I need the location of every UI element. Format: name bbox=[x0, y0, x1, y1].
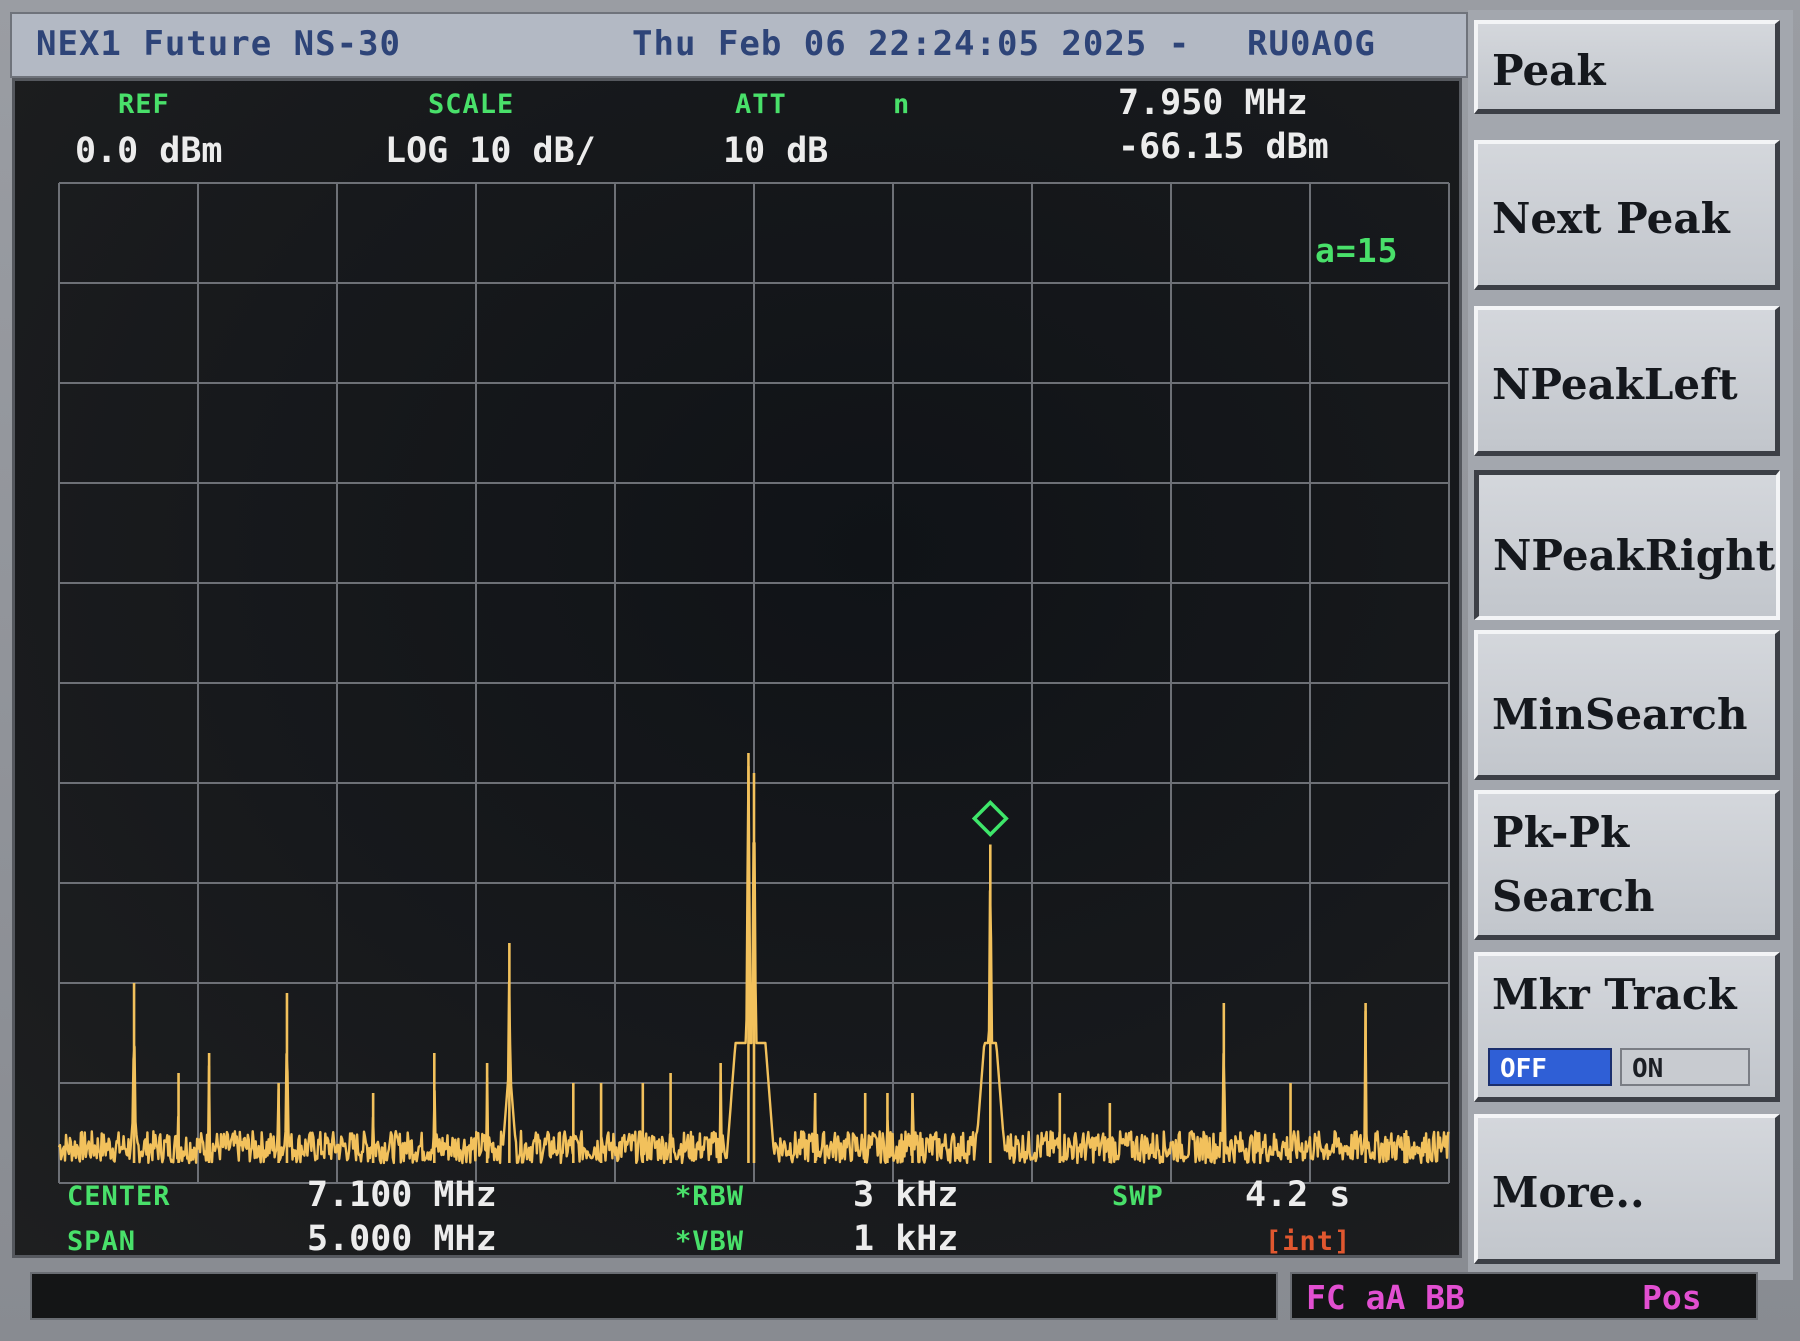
marker-diamond bbox=[971, 800, 1009, 837]
sweep-value: 4.2 s bbox=[1245, 1175, 1351, 1215]
min-search-button-label: MinSearch bbox=[1492, 690, 1748, 739]
spectrum-plot bbox=[57, 182, 1450, 1184]
peak-button[interactable]: Peak bbox=[1474, 20, 1780, 114]
analyzer-screen: REF 0.0 dBm SCALE LOG 10 dB/ ATT 10 dB n… bbox=[12, 78, 1462, 1259]
marker-track-button-label: Mkr Track bbox=[1492, 970, 1737, 1019]
softkey-panel: Peak Next Peak NPeakLeft NPeakRight MinS… bbox=[1468, 10, 1793, 1280]
more-button-label: More.. bbox=[1492, 1168, 1645, 1217]
npeak-right-button[interactable]: NPeakRight bbox=[1474, 470, 1780, 620]
pk-pk-search-button[interactable]: Pk-Pk Search bbox=[1474, 790, 1780, 940]
npeak-left-button[interactable]: NPeakLeft bbox=[1474, 306, 1780, 456]
callsign: RU0AOG bbox=[1247, 24, 1376, 64]
pk-pk-button-label-line2: Search bbox=[1492, 872, 1655, 921]
detector-mode: Pos bbox=[1642, 1278, 1702, 1317]
next-peak-button-label: Next Peak bbox=[1492, 194, 1730, 243]
npeak-right-button-label: NPeakRight bbox=[1493, 531, 1776, 580]
status-bar-right: FC aA BB Pos bbox=[1290, 1272, 1758, 1320]
vbw-value: 1 kHz bbox=[853, 1219, 959, 1259]
center-value: 7.100 MHz bbox=[307, 1175, 497, 1215]
more-button[interactable]: More.. bbox=[1474, 1114, 1780, 1264]
span-label: SPAN bbox=[67, 1226, 137, 1257]
rbw-label: *RBW bbox=[675, 1181, 745, 1212]
marker-track-on-toggle[interactable]: ON bbox=[1620, 1048, 1750, 1086]
sweep-label: SWP bbox=[1112, 1181, 1164, 1212]
peak-button-label: Peak bbox=[1492, 46, 1606, 95]
rbw-value: 3 kHz bbox=[853, 1175, 959, 1215]
device-name: NEX1 Future NS-30 bbox=[36, 24, 401, 64]
marker-track-button[interactable]: Mkr Track OFF ON bbox=[1474, 952, 1780, 1102]
status-bar-left bbox=[30, 1272, 1278, 1320]
pk-pk-button-label: Pk-Pk bbox=[1492, 808, 1630, 857]
date-time: Thu Feb 06 22:24:05 2025 - bbox=[632, 24, 1191, 64]
status-flags: FC aA BB bbox=[1306, 1278, 1465, 1317]
vbw-label: *VBW bbox=[675, 1226, 745, 1257]
span-value: 5.000 MHz bbox=[307, 1219, 497, 1259]
title-bar: NEX1 Future NS-30 Thu Feb 06 22:24:05 20… bbox=[10, 12, 1468, 78]
npeak-left-button-label: NPeakLeft bbox=[1492, 360, 1738, 409]
marker-track-off-toggle[interactable]: OFF bbox=[1488, 1048, 1612, 1086]
next-peak-button[interactable]: Next Peak bbox=[1474, 140, 1780, 290]
center-label: CENTER bbox=[67, 1181, 171, 1212]
trigger-indicator: [int] bbox=[1265, 1226, 1352, 1257]
min-search-button[interactable]: MinSearch bbox=[1474, 630, 1780, 780]
